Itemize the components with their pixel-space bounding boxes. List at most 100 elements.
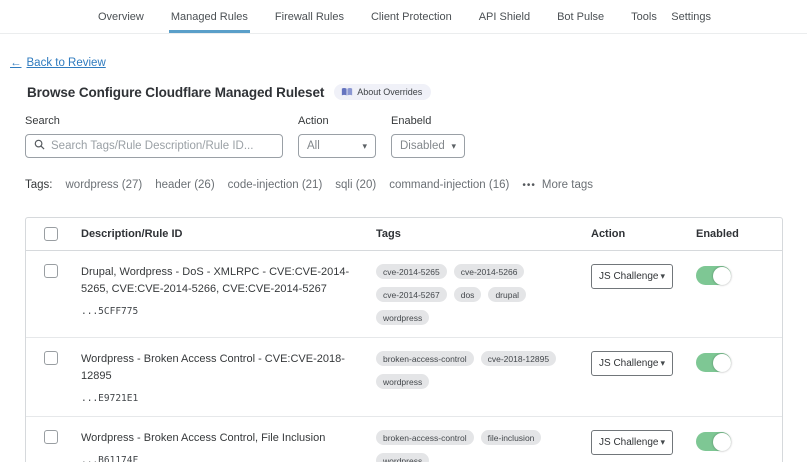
rule-tag-pill[interactable]: wordpress bbox=[376, 310, 429, 325]
rule-tag-pill[interactable]: cve-2018-12895 bbox=[481, 351, 556, 366]
col-description: Description/Rule ID bbox=[81, 228, 376, 240]
tab-client-protection[interactable]: Client Protection bbox=[371, 0, 452, 33]
enabled-filter-group: Enabeld Disabled ▾ bbox=[391, 115, 465, 158]
rule-tag-pill[interactable]: cve-2014-5265 bbox=[376, 264, 447, 279]
rule-tag-pill[interactable]: wordpress bbox=[376, 374, 429, 389]
rule-action-cell: JS Challenge▾ bbox=[591, 430, 696, 455]
page-header: Browse Configure Cloudflare Managed Rule… bbox=[27, 84, 807, 100]
action-filter-label: Action bbox=[298, 115, 376, 127]
book-icon bbox=[341, 87, 353, 97]
rule-enabled-cell bbox=[696, 264, 784, 285]
row-checkbox[interactable] bbox=[44, 351, 58, 365]
enabled-filter-value: Disabled bbox=[400, 140, 445, 152]
tab-settings[interactable]: Settings bbox=[671, 0, 711, 33]
rule-action-value: JS Challenge bbox=[599, 358, 658, 369]
header-checkbox-cell bbox=[26, 227, 81, 241]
tab-bot-pulse[interactable]: Bot Pulse bbox=[557, 0, 604, 33]
rule-description: Wordpress - Broken Access Control, File … bbox=[81, 430, 354, 447]
rule-enabled-cell bbox=[696, 351, 784, 372]
chevron-down-icon: ▾ bbox=[660, 272, 665, 281]
filters-bar: Search Action All ▾ Enabeld Disabled ▾ bbox=[25, 115, 807, 158]
toggle-knob bbox=[713, 433, 731, 451]
rule-description-cell: Wordpress - Broken Access Control, File … bbox=[81, 430, 376, 462]
back-arrow-icon: ← bbox=[10, 57, 22, 69]
action-filter-group: Action All ▾ bbox=[298, 115, 376, 158]
search-label: Search bbox=[25, 115, 283, 127]
select-all-checkbox[interactable] bbox=[44, 227, 58, 241]
enabled-toggle[interactable] bbox=[696, 266, 731, 285]
toggle-knob bbox=[713, 354, 731, 372]
col-enabled: Enabled bbox=[696, 228, 784, 240]
page-title: Browse Configure Cloudflare Managed Rule… bbox=[27, 85, 324, 100]
tag-filter-item[interactable]: command-injection (16) bbox=[389, 179, 509, 191]
enabled-toggle[interactable] bbox=[696, 353, 731, 372]
rule-tags-list: broken-access-control file-inclusion wordp… bbox=[376, 430, 581, 462]
rule-tags-list: broken-access-control cve-2018-12895 wordp… bbox=[376, 351, 581, 389]
chevron-down-icon: ▾ bbox=[660, 438, 665, 447]
rule-id: ...B61174F bbox=[81, 455, 354, 462]
search-box bbox=[25, 134, 283, 158]
search-input[interactable] bbox=[51, 140, 274, 152]
col-tags: Tags bbox=[376, 228, 591, 240]
tags-bar-label: Tags: bbox=[25, 179, 53, 191]
row-checkbox[interactable] bbox=[44, 264, 58, 278]
rule-tag-pill[interactable]: file-inclusion bbox=[481, 430, 542, 445]
rule-tag-pill[interactable]: dos bbox=[454, 287, 482, 302]
rule-tag-pill[interactable]: drupal bbox=[488, 287, 526, 302]
tag-filter-item[interactable]: wordpress (27) bbox=[66, 179, 143, 191]
back-to-review-link[interactable]: ← Back to Review bbox=[10, 57, 106, 69]
rule-tag-pill[interactable]: cve-2014-5267 bbox=[376, 287, 447, 302]
rule-action-value: JS Challenge bbox=[599, 271, 658, 282]
tag-filter-item[interactable]: sqli (20) bbox=[335, 179, 376, 191]
row-checkbox-cell bbox=[26, 351, 81, 365]
rule-description-cell: Wordpress - Broken Access Control - CVE:… bbox=[81, 351, 376, 404]
tab-managed-rules[interactable]: Managed Rules bbox=[171, 0, 248, 33]
row-checkbox-cell bbox=[26, 430, 81, 444]
nav-tabs: Overview Managed Rules Firewall Rules Clien… bbox=[98, 0, 657, 33]
rule-tag-pill[interactable]: broken-access-control bbox=[376, 430, 474, 445]
rule-action-cell: JS Challenge▾ bbox=[591, 264, 696, 289]
rule-tag-pill[interactable]: wordpress bbox=[376, 453, 429, 462]
tab-tools[interactable]: Tools bbox=[631, 0, 657, 33]
about-overrides-badge[interactable]: About Overrides bbox=[334, 84, 431, 100]
enabled-filter-select[interactable]: Disabled ▾ bbox=[391, 134, 465, 158]
rule-tag-pill[interactable]: broken-access-control bbox=[376, 351, 474, 366]
tags-list: wordpress (27) header (26) code-injection … bbox=[66, 179, 510, 191]
tag-filter-item[interactable]: code-injection (21) bbox=[228, 179, 323, 191]
rule-action-select[interactable]: JS Challenge▾ bbox=[591, 430, 673, 455]
row-checkbox[interactable] bbox=[44, 430, 58, 444]
enabled-toggle[interactable] bbox=[696, 432, 731, 451]
col-action: Action bbox=[591, 228, 696, 240]
table-header: Description/Rule ID Tags Action Enabled bbox=[26, 218, 782, 251]
enabled-filter-label: Enabeld bbox=[391, 115, 465, 127]
rule-tags-cell: broken-access-control file-inclusion wordp… bbox=[376, 430, 591, 462]
rule-description: Wordpress - Broken Access Control - CVE:… bbox=[81, 351, 354, 385]
table-body: Drupal, Wordpress - DoS - XMLRPC - CVE:C… bbox=[26, 251, 782, 462]
rule-description-cell: Drupal, Wordpress - DoS - XMLRPC - CVE:C… bbox=[81, 264, 376, 317]
top-navigation: Overview Managed Rules Firewall Rules Clien… bbox=[0, 0, 807, 34]
toggle-knob bbox=[713, 267, 731, 285]
more-tags-link[interactable]: ••• More tags bbox=[522, 179, 593, 191]
table-row: Drupal, Wordpress - DoS - XMLRPC - CVE:C… bbox=[26, 251, 782, 338]
rule-tags-cell: broken-access-control cve-2018-12895 wordp… bbox=[376, 351, 591, 389]
rule-description: Drupal, Wordpress - DoS - XMLRPC - CVE:C… bbox=[81, 264, 354, 298]
tab-firewall-rules[interactable]: Firewall Rules bbox=[275, 0, 344, 33]
row-checkbox-cell bbox=[26, 264, 81, 278]
rules-table: Description/Rule ID Tags Action Enabled … bbox=[25, 217, 783, 462]
rule-tag-pill[interactable]: cve-2014-5266 bbox=[454, 264, 525, 279]
search-icon bbox=[34, 137, 45, 155]
chevron-down-icon: ▾ bbox=[451, 142, 456, 151]
tag-filter-item[interactable]: header (26) bbox=[155, 179, 214, 191]
rule-action-select[interactable]: JS Challenge▾ bbox=[591, 264, 673, 289]
table-row: Wordpress - Broken Access Control - CVE:… bbox=[26, 338, 782, 417]
rule-id: ...E9721E1 bbox=[81, 393, 354, 404]
tags-bar: Tags: wordpress (27) header (26) code-inje… bbox=[25, 179, 807, 191]
search-field-group: Search bbox=[25, 115, 283, 158]
action-filter-value: All bbox=[307, 140, 320, 152]
tab-overview[interactable]: Overview bbox=[98, 0, 144, 33]
rule-action-select[interactable]: JS Challenge▾ bbox=[591, 351, 673, 376]
action-filter-select[interactable]: All ▾ bbox=[298, 134, 376, 158]
tab-api-shield[interactable]: API Shield bbox=[479, 0, 530, 33]
table-row: Wordpress - Broken Access Control, File … bbox=[26, 417, 782, 462]
chevron-down-icon: ▾ bbox=[660, 359, 665, 368]
